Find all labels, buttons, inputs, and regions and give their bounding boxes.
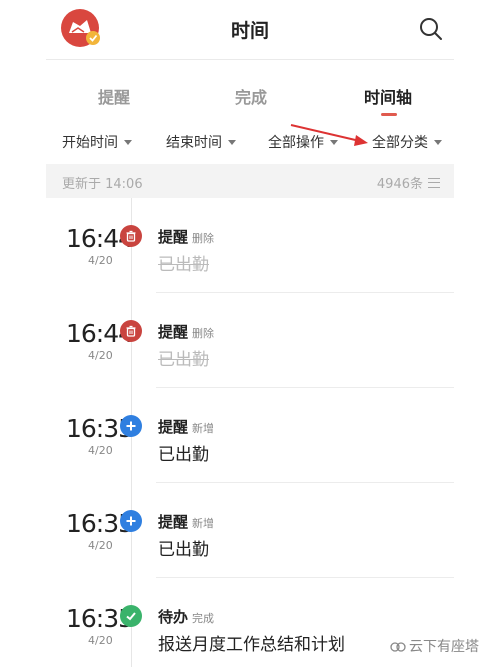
entry-text: 已出勤: [158, 540, 209, 560]
timeline-entry[interactable]: 16:35 4/20 提醒 新增 已出勤: [46, 388, 454, 483]
entry-date: 4/20: [88, 539, 113, 552]
caret-down-icon: [228, 139, 236, 145]
filter-label: 结束时间: [166, 135, 222, 151]
header: 时间: [46, 0, 454, 60]
filter-label: 全部分类: [372, 135, 428, 151]
entry-action: 新增: [192, 422, 215, 435]
menu-icon: [428, 177, 440, 188]
entry-date: 4/20: [88, 444, 113, 457]
timeline-entry[interactable]: 16:44 4/20 提醒 删除 已出勤: [46, 198, 454, 293]
record-count[interactable]: 4946条: [377, 173, 440, 192]
filter-end-time[interactable]: 结束时间: [166, 132, 236, 152]
entry-type-label: 提醒: [158, 323, 189, 341]
app-screen: 时间 提醒 完成 时间轴 开始时间 结束时间 全部操作 全部分类 更新于 14:…: [46, 0, 454, 667]
entry-text: 已出勤: [158, 445, 209, 465]
entry-text: 报送月度工作总结和计划: [158, 635, 345, 655]
status-bar: 更新于 14:06 4946条: [46, 164, 454, 198]
plus-icon: [120, 510, 142, 532]
filter-label: 全部操作: [268, 135, 324, 151]
timeline-entry[interactable]: 16:35 4/20 提醒 新增 已出勤: [46, 483, 454, 578]
page-title: 时间: [230, 20, 269, 42]
record-count-label: 4946条: [376, 177, 423, 192]
entry-type-label: 提醒: [158, 228, 189, 246]
timeline-entry[interactable]: 16:44 4/20 提醒 删除 已出勤: [46, 293, 454, 388]
filter-all-categories[interactable]: 全部分类: [372, 132, 442, 152]
entry-date: 4/20: [88, 254, 113, 267]
filter-bar: 开始时间 结束时间 全部操作 全部分类: [46, 120, 454, 162]
filter-start-time[interactable]: 开始时间: [62, 132, 132, 152]
filter-all-actions[interactable]: 全部操作: [268, 132, 338, 152]
active-tab-indicator: [381, 113, 397, 116]
watermark: 云下有座塔: [390, 636, 479, 656]
tab-bar: 提醒 完成 时间轴: [46, 60, 454, 146]
tab-completed[interactable]: 完成: [235, 84, 267, 108]
entry-type: 提醒 新增: [158, 416, 214, 437]
search-icon[interactable]: [416, 14, 446, 44]
entry-type: 提醒 删除: [158, 321, 214, 342]
entry-action: 删除: [192, 232, 215, 245]
entry-type: 提醒 新增: [158, 511, 214, 532]
caret-down-icon: [124, 139, 132, 145]
watermark-logo-icon: [390, 642, 406, 652]
entry-type-label: 待办: [158, 608, 189, 626]
caret-down-icon: [330, 139, 338, 145]
trash-icon: [120, 225, 142, 247]
entry-type-label: 提醒: [158, 513, 189, 531]
entry-type: 提醒 删除: [158, 226, 214, 247]
entry-action: 新增: [192, 517, 215, 530]
entry-text: 已出勤: [158, 350, 209, 370]
plus-icon: [120, 415, 142, 437]
updated-time: 更新于 14:06: [62, 177, 143, 192]
entry-action: 删除: [192, 327, 215, 340]
caret-down-icon: [434, 139, 442, 145]
entry-action: 完成: [192, 612, 215, 625]
watermark-text: 云下有座塔: [409, 639, 479, 655]
entry-type-label: 提醒: [158, 418, 189, 436]
tab-timeline[interactable]: 时间轴: [364, 84, 412, 108]
entry-date: 4/20: [88, 634, 113, 647]
trash-icon: [120, 320, 142, 342]
filter-label: 开始时间: [62, 135, 118, 151]
entry-type: 待办 完成: [158, 606, 214, 627]
entry-text: 已出勤: [158, 255, 209, 275]
tab-reminders[interactable]: 提醒: [98, 84, 130, 108]
entry-date: 4/20: [88, 349, 113, 362]
check-icon: [120, 605, 142, 627]
